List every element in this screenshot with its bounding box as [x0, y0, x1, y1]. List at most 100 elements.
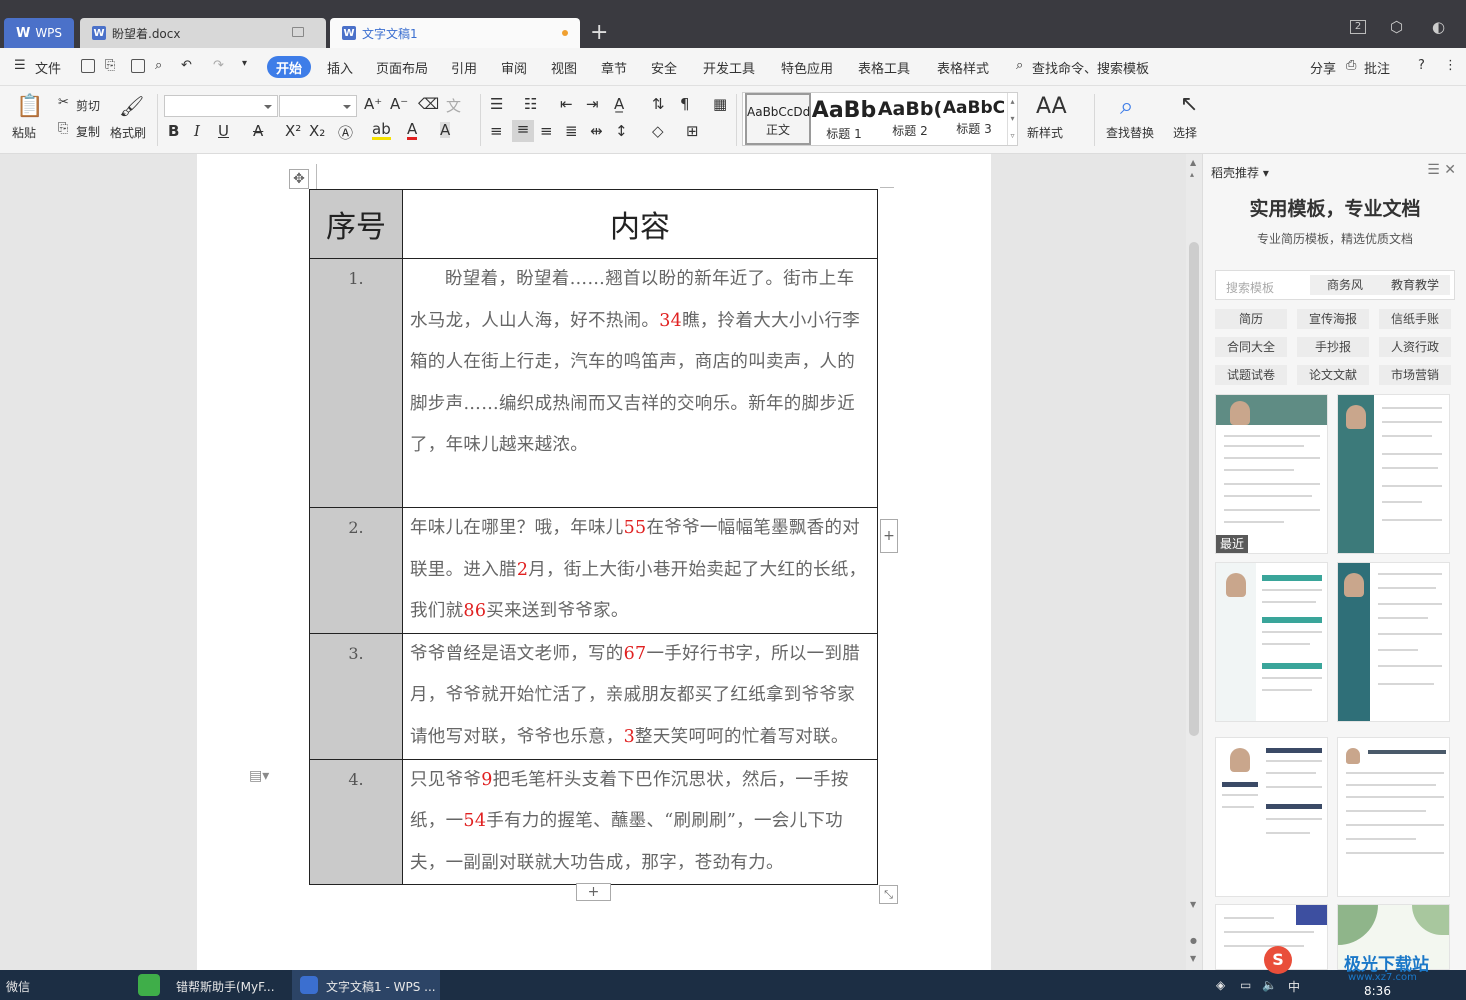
cut-icon[interactable]: ✂ — [58, 95, 69, 110]
row-number-cell[interactable]: 3. — [309, 632, 403, 760]
window-preview-icon[interactable] — [292, 27, 304, 37]
document-tab-2[interactable]: W 文字文稿1 — [330, 18, 580, 48]
menu-tab-table-tools[interactable]: 表格工具 — [858, 58, 910, 77]
tray-network-icon[interactable]: ▭ — [1240, 978, 1251, 992]
command-search[interactable]: 查找命令、搜索模板 — [1032, 58, 1149, 77]
copy-button[interactable]: 复制 — [76, 123, 100, 140]
category-handwritten[interactable]: 手抄报 — [1297, 337, 1369, 357]
template-thumbnail[interactable] — [1337, 562, 1450, 722]
superscript-icon[interactable]: X² — [285, 122, 301, 140]
shrink-font-icon[interactable]: A⁻ — [390, 95, 408, 113]
chip-business[interactable]: 商务风 — [1310, 275, 1380, 295]
styles-scroll-icon[interactable]: ▴ ▾ ▿ — [1007, 93, 1017, 145]
account-avatar-icon[interactable]: ◐ — [1432, 18, 1445, 36]
style-heading-3[interactable]: AaBbC 标题 3 — [941, 93, 1007, 145]
comment-icon[interactable]: ⎙ — [1346, 58, 1356, 73]
font-name-combo[interactable] — [164, 95, 278, 117]
format-painter-button[interactable]: 格式刷 — [110, 124, 146, 141]
paste-button[interactable]: 粘贴 — [12, 124, 36, 141]
scroll-down-icon[interactable]: ▼ — [1190, 900, 1196, 909]
menu-tab-security[interactable]: 安全 — [651, 58, 677, 77]
align-center-icon[interactable]: ≡ — [512, 120, 534, 142]
vertical-scrollbar[interactable]: ▲ ▴ ▼ ● ▼ — [1186, 154, 1202, 970]
underline-button[interactable]: U — [218, 122, 229, 140]
wps-home-tab[interactable]: W WPS — [4, 18, 74, 48]
menu-tab-table-style[interactable]: 表格样式 — [937, 58, 989, 77]
strikethrough-icon[interactable]: A — [253, 122, 263, 140]
print-icon[interactable] — [131, 59, 145, 73]
new-tab-button[interactable]: + — [590, 20, 608, 46]
next-page-icon[interactable]: ▼ — [1190, 954, 1196, 963]
add-column-button[interactable]: + — [880, 519, 898, 553]
find-replace-icon[interactable]: ⌕ — [1120, 92, 1133, 120]
row-number-cell[interactable]: 2. — [309, 507, 403, 634]
tray-shield-icon[interactable]: ◈ — [1216, 978, 1225, 992]
prev-page-icon[interactable]: ● — [1190, 936, 1197, 945]
phonetic-icon[interactable]: 文 — [446, 95, 461, 116]
paragraph-tool-icon[interactable]: ▤▾ — [249, 768, 269, 784]
scroll-up-icon[interactable]: ▴ — [1190, 170, 1194, 179]
skin-icon[interactable]: ⬡ — [1390, 18, 1403, 36]
template-search-box[interactable]: 搜索模板 商务风 教育教学 — [1215, 270, 1455, 300]
shading-icon[interactable]: ◇ — [652, 122, 664, 140]
row-content-cell[interactable]: 只见爷爷9把毛笔杆头支着下巴作沉思状，然后，一手按纸，一54手有力的握笔、蘸墨、… — [402, 758, 878, 885]
show-marks-icon[interactable]: ¶ — [680, 95, 690, 113]
header-cell-content[interactable]: 内容 — [402, 189, 878, 259]
panel-menu-icon[interactable]: ☰ — [1427, 162, 1440, 178]
category-hr[interactable]: 人资行政 — [1379, 337, 1451, 357]
taskbar-item-wechat[interactable]: 微信 — [6, 978, 30, 995]
template-thumbnail[interactable] — [1337, 394, 1450, 554]
new-style-button[interactable]: 新样式 — [1027, 124, 1063, 141]
align-left-icon[interactable]: ≡ — [490, 122, 503, 140]
menu-tab-references[interactable]: 引用 — [451, 58, 477, 77]
select-button[interactable]: 选择 — [1173, 124, 1197, 141]
menu-tab-review[interactable]: 审阅 — [501, 58, 527, 77]
menu-tab-home[interactable]: 开始 — [267, 56, 311, 78]
category-poster[interactable]: 宣传海报 — [1297, 309, 1369, 329]
bullet-list-icon[interactable]: ☰ — [490, 95, 503, 113]
export-icon[interactable]: ⎘ — [105, 58, 115, 73]
highlight-icon[interactable]: ab — [372, 122, 391, 140]
category-stationery[interactable]: 信纸手账 — [1379, 309, 1451, 329]
copy-icon[interactable]: ⎘ — [58, 121, 68, 136]
comment-button[interactable]: 批注 — [1364, 58, 1390, 77]
row-content-cell[interactable]: 年味儿在哪里？哦，年味儿55在爷爷一幅幅笔墨飘香的对联里。进入腊2月，街上大街小… — [402, 507, 878, 634]
select-cursor-icon[interactable]: ↖ — [1180, 92, 1198, 117]
increase-indent-icon[interactable]: ⇥ — [586, 95, 599, 113]
row-number-cell[interactable]: 1. — [309, 258, 403, 508]
category-exams[interactable]: 试题试卷 — [1215, 365, 1287, 385]
template-thumbnail[interactable]: 最近 — [1215, 394, 1328, 554]
panel-title[interactable]: 稻壳推荐 ▾ — [1211, 164, 1269, 181]
document-tab-1[interactable]: W 盼望着.docx — [80, 18, 326, 48]
template-thumbnail[interactable] — [1215, 562, 1328, 722]
cut-button[interactable]: 剪切 — [76, 97, 100, 114]
clear-format-icon[interactable]: ⌫ — [418, 95, 439, 113]
table-resize-handle-icon[interactable]: ⤡ — [879, 885, 898, 904]
menu-tab-special[interactable]: 特色应用 — [781, 58, 833, 77]
category-resume[interactable]: 简历 — [1215, 309, 1287, 329]
scroll-up-icon[interactable]: ▲ — [1190, 158, 1196, 167]
command-search-icon[interactable]: ⌕ — [1016, 58, 1023, 73]
header-cell-number[interactable]: 序号 — [309, 189, 403, 259]
numbered-list-icon[interactable]: ☷ — [524, 95, 537, 113]
bold-button[interactable]: B — [168, 122, 179, 140]
window-count-badge[interactable]: 2 — [1350, 18, 1366, 34]
redo-icon[interactable]: ↷ — [213, 58, 224, 73]
style-normal[interactable]: AaBbCcDd 正文 — [745, 93, 811, 145]
close-icon[interactable]: ✕ — [1444, 162, 1456, 178]
new-style-icon[interactable]: AA — [1036, 94, 1067, 119]
share-button[interactable]: 分享 — [1310, 58, 1336, 77]
template-thumbnail[interactable] — [1215, 737, 1328, 897]
char-shading-icon[interactable]: A — [440, 122, 451, 138]
decrease-indent-icon[interactable]: ⇤ — [560, 95, 573, 113]
save-icon[interactable] — [81, 59, 95, 73]
category-papers[interactable]: 论文文献 — [1297, 365, 1369, 385]
style-heading-2[interactable]: AaBb( 标题 2 — [877, 93, 943, 145]
distribute-icon[interactable]: ⇹ — [590, 122, 603, 140]
table-move-handle-icon[interactable]: ✥ — [289, 169, 309, 189]
chip-education[interactable]: 教育教学 — [1380, 275, 1450, 295]
align-right-icon[interactable]: ≡ — [540, 122, 553, 140]
sort-icon[interactable]: ⇅ — [652, 95, 665, 113]
grow-font-icon[interactable]: A⁺ — [364, 95, 382, 113]
chinese-layout-icon[interactable]: A̲ — [614, 95, 624, 113]
